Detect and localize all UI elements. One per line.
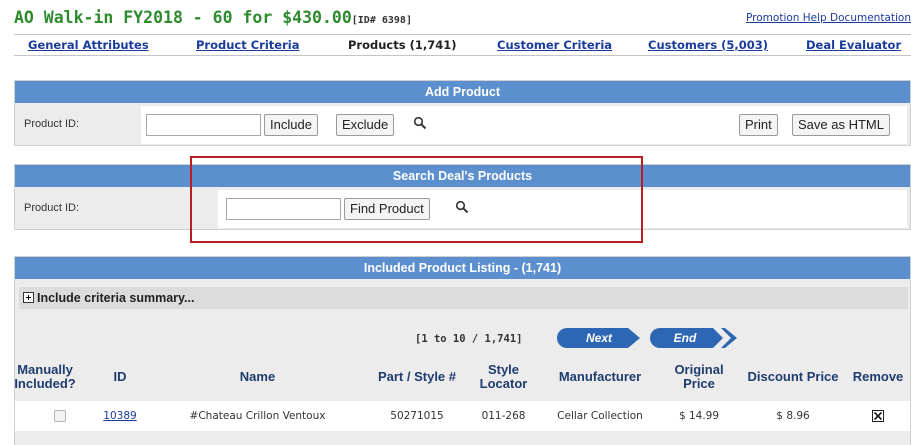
remove-checkbox[interactable] bbox=[872, 410, 884, 422]
promotion-id: [ID# 6398] bbox=[351, 15, 412, 26]
name-cell: #Chateau Crillon Ventoux bbox=[189, 410, 326, 422]
next-label: Next bbox=[585, 331, 612, 345]
table-header: Manually Included? ID Name Part / Style … bbox=[14, 357, 910, 397]
tab-bar: General Attributes Product Criteria Prod… bbox=[14, 34, 911, 56]
page-title: AO Walk-in FY2018 - 60 for $430.00[ID# 6… bbox=[14, 8, 412, 27]
title-row: AO Walk-in FY2018 - 60 for $430.00[ID# 6… bbox=[14, 8, 911, 30]
next-button[interactable]: Next bbox=[556, 327, 642, 349]
include-button[interactable]: Include bbox=[264, 114, 318, 136]
manually-included-cell bbox=[17, 401, 102, 431]
col-name[interactable]: Name bbox=[145, 357, 370, 397]
add-product-body: Product ID: Include Exclude Print Save a… bbox=[18, 106, 907, 144]
manually-included-checkbox[interactable] bbox=[53, 410, 66, 422]
col-style-locator[interactable]: Style Locator bbox=[466, 357, 541, 397]
col-original-price[interactable]: Original Price bbox=[660, 357, 738, 397]
help-documentation-link[interactable]: Promotion Help Documentation bbox=[746, 12, 911, 24]
exclude-button[interactable]: Exclude bbox=[336, 114, 395, 136]
col-discount-price[interactable]: Discount Price bbox=[743, 357, 843, 397]
remove-cell bbox=[846, 401, 910, 431]
pager-range: [1 to 10 / 1,741] bbox=[415, 333, 523, 345]
tab-general-attributes[interactable]: General Attributes bbox=[28, 38, 149, 52]
add-product-id-label: Product ID: bbox=[24, 118, 80, 130]
col-id[interactable]: ID bbox=[100, 357, 140, 397]
add-product-id-input[interactable] bbox=[146, 114, 261, 136]
find-product-button[interactable]: Find Product bbox=[344, 198, 430, 220]
id-cell: 10389 bbox=[100, 401, 140, 431]
manufacturer-cell: Cellar Collection bbox=[557, 410, 643, 422]
tab-product-criteria[interactable]: Product Criteria bbox=[196, 38, 299, 52]
criteria-summary-label: Include criteria summary... bbox=[37, 291, 195, 305]
discount-price-cell: $ 8.96 bbox=[776, 410, 810, 422]
included-product-listing: Included Product Listing - (1,741) Inclu… bbox=[14, 256, 911, 445]
promotion-title: AO Walk-in FY2018 - 60 for $430.00 bbox=[14, 8, 352, 27]
print-button[interactable]: Print bbox=[739, 114, 778, 136]
product-id-link[interactable]: 10389 bbox=[103, 410, 136, 422]
table-row bbox=[15, 435, 910, 445]
search-products-panel: Search Deal's Products Product ID: Find … bbox=[14, 164, 911, 230]
expand-plus-icon[interactable] bbox=[23, 292, 34, 303]
tab-products[interactable]: Products (1,741) bbox=[348, 38, 456, 52]
search-product-id-label: Product ID: bbox=[24, 202, 80, 214]
col-manually-included[interactable]: Manually Included? bbox=[14, 357, 75, 397]
save-as-html-button[interactable]: Save as HTML bbox=[792, 114, 890, 136]
end-button[interactable]: End bbox=[649, 327, 739, 349]
add-product-heading: Add Product bbox=[15, 81, 910, 103]
tab-deal-evaluator[interactable]: Deal Evaluator bbox=[806, 38, 901, 52]
search-icon[interactable] bbox=[455, 200, 469, 214]
col-remove[interactable]: Remove bbox=[846, 357, 910, 397]
search-products-heading: Search Deal's Products bbox=[15, 165, 910, 187]
search-product-id-input[interactable] bbox=[226, 198, 341, 220]
style-locator-cell: 011-268 bbox=[481, 410, 526, 422]
tab-customers[interactable]: Customers (5,003) bbox=[648, 38, 768, 52]
table-row: 10389 #Chateau Crillon Ventoux 50271015 … bbox=[15, 401, 910, 431]
end-label: End bbox=[673, 331, 697, 345]
tab-customer-criteria[interactable]: Customer Criteria bbox=[497, 38, 612, 52]
remove-x-icon bbox=[874, 412, 882, 420]
search-icon[interactable] bbox=[413, 116, 427, 130]
search-products-body: Product ID: Find Product bbox=[18, 190, 907, 228]
original-price-cell: $ 14.99 bbox=[678, 410, 720, 422]
part-style-cell: 50271015 bbox=[390, 410, 444, 422]
listing-heading: Included Product Listing - (1,741) bbox=[15, 257, 910, 279]
col-part-style[interactable]: Part / Style # bbox=[372, 357, 462, 397]
col-manufacturer[interactable]: Manufacturer bbox=[543, 357, 657, 397]
criteria-summary-toggle[interactable]: Include criteria summary... bbox=[19, 287, 908, 309]
add-product-panel: Add Product Product ID: Include Exclude … bbox=[14, 80, 911, 146]
